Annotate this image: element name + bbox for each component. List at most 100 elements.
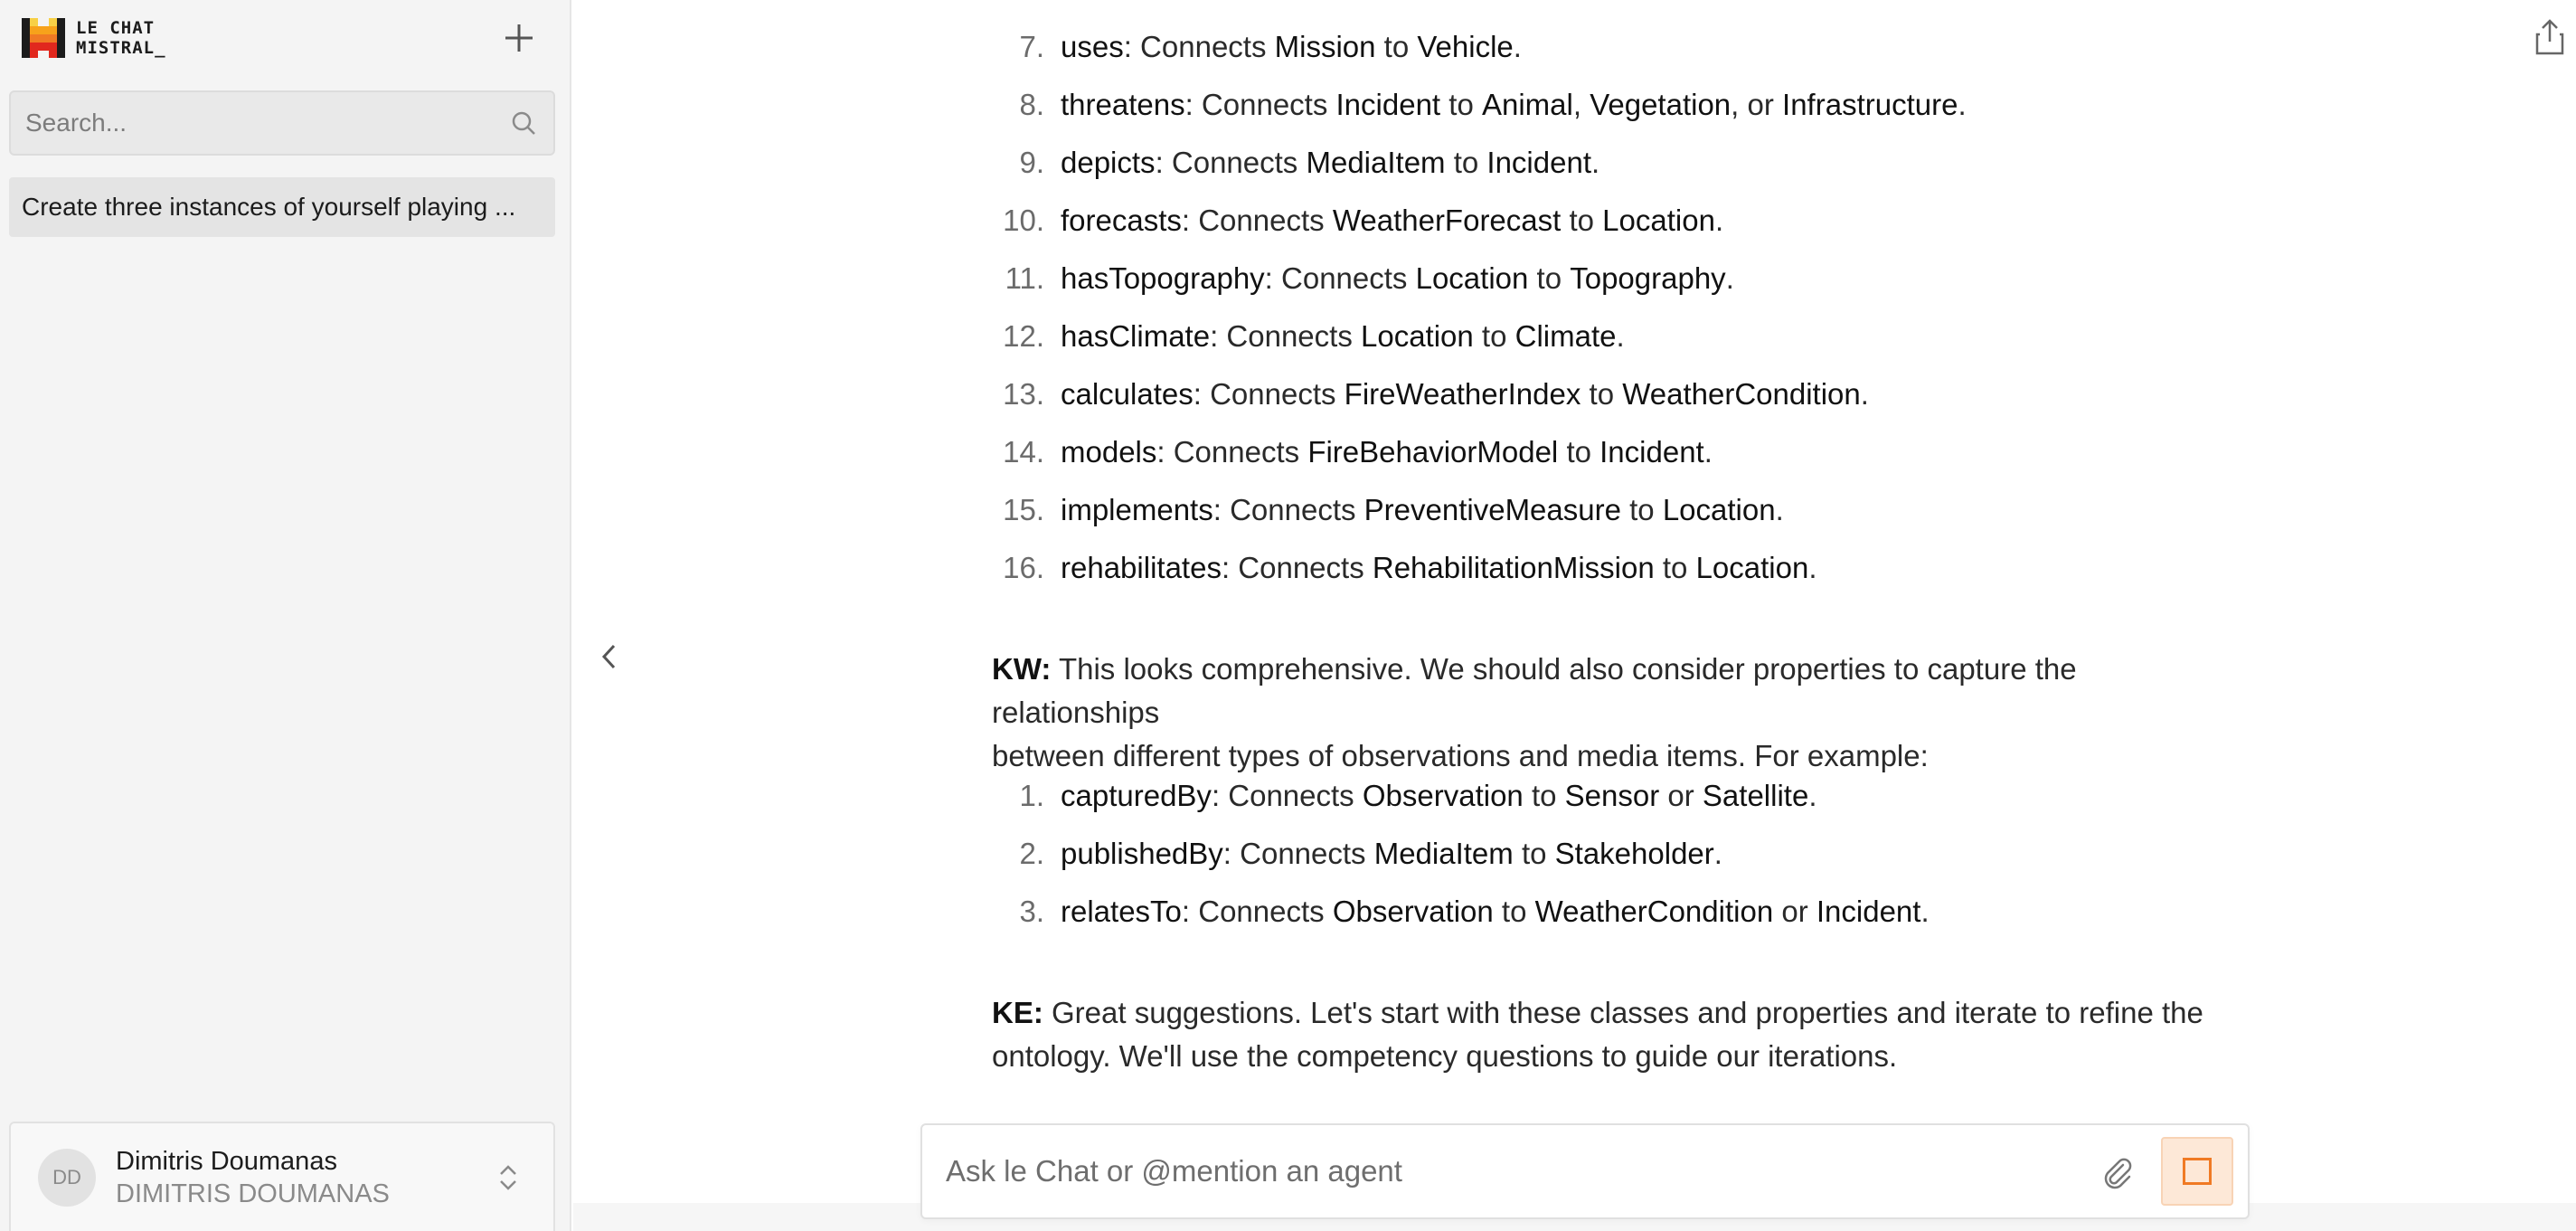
class-name: Topography	[1570, 261, 1726, 295]
avatar: DD	[38, 1148, 96, 1207]
property-name: hasClimate	[1061, 319, 1211, 353]
punctuation: .	[1591, 146, 1600, 179]
stop-icon	[2183, 1158, 2212, 1185]
connector-text: to	[1440, 88, 1482, 121]
connector-text: : Connects	[1184, 88, 1336, 121]
connector-text: to	[1558, 435, 1600, 469]
list-item-text: threatens: Connects Incident to Animal , …	[1061, 87, 1967, 123]
property-name: uses	[1061, 30, 1124, 63]
property-name: forecasts	[1061, 204, 1182, 237]
property-name: rehabilitates	[1061, 551, 1222, 584]
list-number: 8.	[1019, 88, 1044, 121]
speaker-label: KE:	[992, 996, 1043, 1029]
connector-text: : Connects	[1181, 895, 1333, 928]
chat-composer[interactable]	[920, 1123, 2250, 1219]
property-name: depicts	[1061, 146, 1156, 179]
chevron-updown-icon[interactable]	[490, 1155, 526, 1200]
connector-text: : Connects	[1181, 204, 1333, 237]
list-item-text: publishedBy: Connects MediaItem to Stake…	[1061, 836, 1722, 872]
list-item-text: capturedBy: Connects Observation to Sens…	[1061, 778, 1816, 814]
connector-text: to	[1654, 551, 1696, 584]
list-item-text: depicts: Connects MediaItem to Incident.	[1061, 145, 1599, 181]
logo-line-1: LE CHAT	[76, 18, 156, 38]
chat-history-item[interactable]: Create three instances of yourself playi…	[9, 177, 555, 237]
punctuation: .	[1714, 204, 1724, 237]
connector-text: ,	[1572, 88, 1590, 121]
property-name: models	[1061, 435, 1157, 469]
punctuation: .	[1958, 88, 1967, 121]
class-name: WeatherCondition	[1534, 895, 1774, 928]
connector-text: to	[1620, 493, 1663, 526]
class-name: WeatherCondition	[1622, 377, 1861, 411]
connector-text: : Connects	[1193, 377, 1345, 411]
list-item-text: forecasts: Connects WeatherForecast to L…	[1061, 203, 1723, 239]
class-name: Animal	[1481, 88, 1573, 121]
property-name: calculates	[1061, 377, 1194, 411]
list-item-text: uses: Connects Mission to Vehicle.	[1061, 29, 1522, 65]
user-menu[interactable]: DD Dimitris Doumanas DIMITRIS DOUMANAS	[9, 1122, 555, 1231]
class-name: Observation	[1332, 895, 1494, 928]
class-name: Sensor	[1564, 779, 1660, 812]
logo-line-2: MISTRAL_	[76, 38, 166, 58]
class-name: Vegetation	[1590, 88, 1731, 121]
class-name: WeatherForecast	[1332, 204, 1562, 237]
connector-text: or	[1659, 779, 1703, 812]
class-name: Incident	[1599, 435, 1704, 469]
message-kw: KW: This looks comprehensive. We should …	[992, 648, 2240, 778]
chat-input[interactable]	[946, 1154, 2094, 1188]
app-logo[interactable]: LE CHAT MISTRAL_	[22, 18, 166, 58]
collapse-sidebar-button[interactable]	[591, 639, 627, 675]
punctuation: .	[1513, 30, 1522, 63]
connector-text: to	[1581, 377, 1623, 411]
class-name: FireBehaviorModel	[1307, 435, 1559, 469]
class-name: PreventiveMeasure	[1363, 493, 1621, 526]
connector-text: to	[1523, 779, 1565, 812]
message-ke: KE: Great suggestions. Let's start with …	[992, 991, 2240, 1078]
list-number: 1.	[1019, 779, 1044, 812]
connector-text: : Connects	[1210, 319, 1361, 353]
share-button[interactable]	[2532, 16, 2568, 58]
class-name: MediaItem	[1373, 837, 1514, 870]
connector-text: to	[1473, 319, 1515, 353]
connector-text: to	[1445, 146, 1487, 179]
search-input[interactable]	[25, 109, 508, 137]
mistral-logo-icon	[22, 18, 65, 58]
class-name: Incident	[1816, 895, 1921, 928]
punctuation: .	[1725, 261, 1734, 295]
class-name: Incident	[1486, 146, 1591, 179]
sidebar: LE CHAT MISTRAL_ Create three instances …	[0, 0, 571, 1231]
class-name: Location	[1695, 551, 1809, 584]
connector-text: : Connects	[1264, 261, 1416, 295]
search-box[interactable]	[9, 90, 555, 156]
list-number: 11.	[1005, 261, 1044, 295]
punctuation: .	[1860, 377, 1869, 411]
list-item-text: calculates: Connects FireWeatherIndex to…	[1061, 376, 1869, 412]
punctuation: .	[1713, 837, 1722, 870]
search-icon[interactable]	[508, 108, 539, 138]
class-name: Satellite	[1702, 779, 1809, 812]
list-number: 9.	[1019, 146, 1044, 179]
punctuation: .	[1775, 493, 1784, 526]
list-number: 10.	[1003, 204, 1044, 237]
list-item-text: hasTopography: Connects Location to Topo…	[1061, 260, 1734, 297]
connector-text: : Connects	[1123, 30, 1275, 63]
connector-text: to	[1528, 261, 1571, 295]
list-number: 13.	[1003, 377, 1044, 411]
cut-off-line	[992, 0, 2276, 16]
paperclip-icon[interactable]	[2094, 1149, 2139, 1194]
list-number: 12.	[1003, 319, 1044, 353]
class-name: Incident	[1335, 88, 1441, 121]
list-item-text: models: Connects FireBehaviorModel to In…	[1061, 434, 1713, 470]
property-name: implements	[1061, 493, 1213, 526]
chevron-left-icon	[601, 644, 616, 669]
class-name: Location	[1602, 204, 1715, 237]
new-chat-button[interactable]	[499, 18, 539, 58]
connector-text: : Connects	[1156, 435, 1308, 469]
list-number: 14.	[1003, 435, 1044, 469]
stop-button[interactable]	[2161, 1137, 2233, 1206]
class-name: Climate	[1514, 319, 1617, 353]
class-name: MediaItem	[1306, 146, 1446, 179]
class-name: RehabilitationMission	[1372, 551, 1655, 584]
message-text: Great suggestions. Let's start with thes…	[1043, 996, 2203, 1029]
connector-text: : Connects	[1222, 837, 1374, 870]
